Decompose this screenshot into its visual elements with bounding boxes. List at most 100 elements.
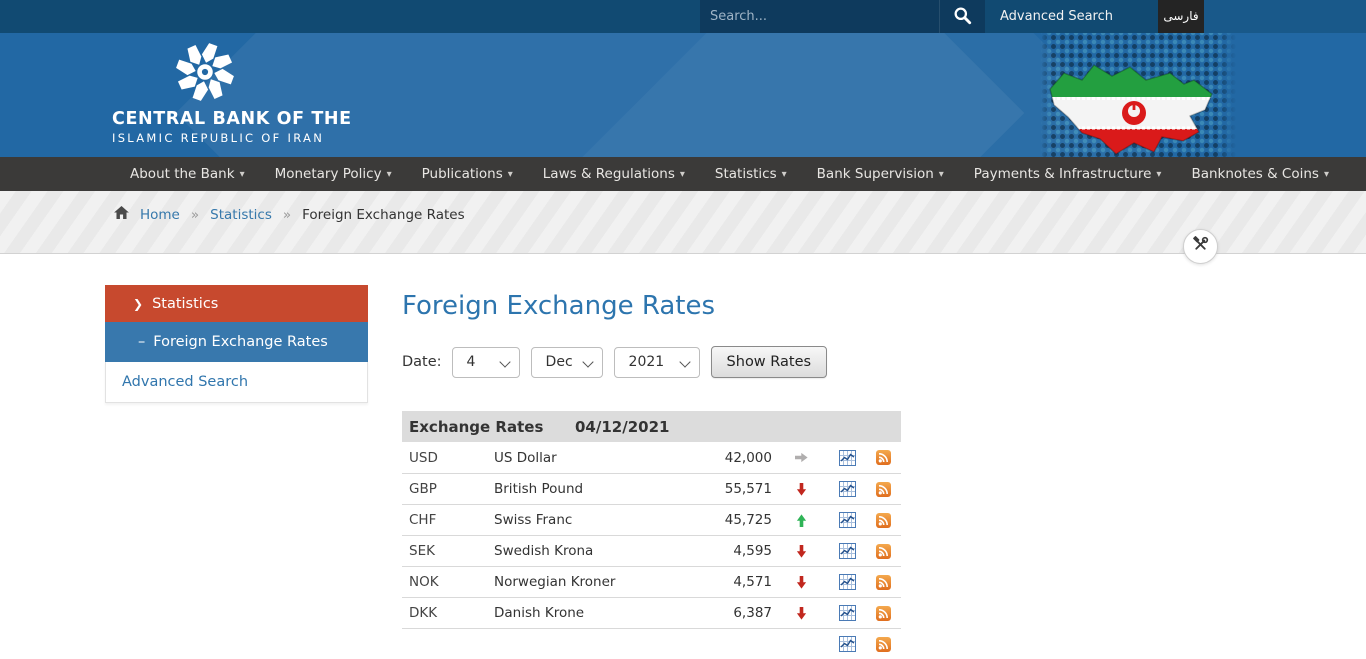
language-switch-farsi[interactable]: فارسی <box>1158 0 1204 33</box>
sidebar-item-foreign-exchange-rates[interactable]: – Foreign Exchange Rates <box>105 322 368 362</box>
currency-code: NOK <box>402 574 494 590</box>
breadcrumb-current-page: Foreign Exchange Rates <box>302 207 465 223</box>
nav-item[interactable]: Laws & Regulations ▾ <box>543 166 685 182</box>
chevron-down-icon: ▾ <box>1324 169 1329 180</box>
main-navigation: About the Bank ▾ Monetary Policy ▾ Publi… <box>0 157 1366 191</box>
trend-arrow-icon <box>774 545 829 558</box>
nav-item-label: Publications <box>422 166 503 182</box>
rss-feed-icon[interactable] <box>865 575 901 590</box>
sidebar-item-statistics[interactable]: ❯ Statistics <box>105 285 368 322</box>
currency-code: SEK <box>402 543 494 559</box>
rate-row: GBP British Pound 55,571 <box>402 473 901 504</box>
chevron-down-icon: ▾ <box>1156 169 1161 180</box>
exchange-rates-table: Exchange Rates 04/12/2021 USD US Dollar … <box>402 411 901 659</box>
site-header: CENTRAL BANK OF THE ISLAMIC REPUBLIC OF … <box>0 33 1366 157</box>
chart-history-icon[interactable] <box>829 605 865 621</box>
currency-code: GBP <box>402 481 494 497</box>
rate-row: DKK Danish Krone 6,387 <box>402 597 901 628</box>
rate-row: CHF Swiss Franc 45,725 <box>402 504 901 535</box>
month-select[interactable]: Dec <box>531 347 603 378</box>
chevron-down-icon: ▾ <box>508 169 513 180</box>
nav-item[interactable]: Statistics ▾ <box>715 166 787 182</box>
accessibility-tools-button[interactable] <box>1183 229 1218 264</box>
nav-item[interactable]: Monetary Policy ▾ <box>275 166 392 182</box>
chevron-down-icon: ▾ <box>782 169 787 180</box>
nav-item-label: Laws & Regulations <box>543 166 675 182</box>
table-header-row: Exchange Rates 04/12/2021 <box>402 411 901 442</box>
advanced-search-link[interactable]: Advanced Search <box>1000 0 1113 33</box>
bank-name-line1: CENTRAL BANK OF THE <box>112 109 412 129</box>
year-select[interactable]: 2021 <box>614 347 700 378</box>
sidebar-item-advanced-search[interactable]: Advanced Search <box>105 362 368 403</box>
rss-feed-icon[interactable] <box>865 513 901 528</box>
chart-history-icon[interactable] <box>829 636 865 652</box>
page-title: Foreign Exchange Rates <box>402 291 901 321</box>
sidebar-advanced-search-label: Advanced Search <box>122 374 248 390</box>
nav-item-label: Bank Supervision <box>817 166 934 182</box>
chevron-down-icon: ▾ <box>387 169 392 180</box>
rate-row: USD US Dollar 42,000 <box>402 442 901 473</box>
chart-history-icon[interactable] <box>829 512 865 528</box>
nav-item[interactable]: About the Bank ▾ <box>130 166 245 182</box>
day-select[interactable]: 4 <box>452 347 520 378</box>
rate-row: NOK Norwegian Kroner 4,571 <box>402 566 901 597</box>
trend-arrow-icon <box>774 607 829 620</box>
rate-value: 45,725 <box>684 512 774 528</box>
nav-item[interactable]: Publications ▾ <box>422 166 513 182</box>
breadcrumb-statistics-link[interactable]: Statistics <box>210 207 272 223</box>
currency-name: Swedish Krona <box>494 543 684 559</box>
cbi-logo[interactable]: CENTRAL BANK OF THE ISLAMIC REPUBLIC OF … <box>112 41 412 145</box>
show-rates-button[interactable]: Show Rates <box>711 346 828 378</box>
rate-row <box>402 628 901 659</box>
nav-item[interactable]: Banknotes & Coins ▾ <box>1191 166 1329 182</box>
currency-name: Norwegian Kroner <box>494 574 684 590</box>
chart-history-icon[interactable] <box>829 574 865 590</box>
breadcrumb-home-link[interactable]: Home <box>140 207 180 223</box>
trend-arrow-icon <box>774 514 829 527</box>
breadcrumb-separator: » <box>191 207 199 223</box>
hammer-wrench-icon <box>1192 236 1209 257</box>
sidebar-fer-label: Foreign Exchange Rates <box>153 334 328 350</box>
top-utility-bar: Advanced Search فارسی <box>0 0 1366 33</box>
table-body: USD US Dollar 42,000 <box>402 442 901 659</box>
nav-item-label: Statistics <box>715 166 777 182</box>
currency-name: Swiss Franc <box>494 512 684 528</box>
nav-item-label: About the Bank <box>130 166 235 182</box>
chart-history-icon[interactable] <box>829 543 865 559</box>
cbi-emblem-icon <box>174 41 412 107</box>
trend-arrow-icon <box>774 451 829 464</box>
bank-name-line2: ISLAMIC REPUBLIC OF IRAN <box>112 131 412 145</box>
breadcrumb-separator: » <box>283 207 291 223</box>
chart-history-icon[interactable] <box>829 481 865 497</box>
page-content: ❯ Statistics – Foreign Exchange Rates Ad… <box>0 255 1366 643</box>
chevron-down-icon: ▾ <box>680 169 685 180</box>
rss-feed-icon[interactable] <box>865 606 901 621</box>
nav-item-label: Monetary Policy <box>275 166 382 182</box>
rate-value: 4,571 <box>684 574 774 590</box>
home-icon[interactable] <box>114 206 129 223</box>
breadcrumb: Home » Statistics » Foreign Exchange Rat… <box>114 206 465 223</box>
currency-code: DKK <box>402 605 494 621</box>
rss-feed-icon[interactable] <box>865 637 901 652</box>
table-date: 04/12/2021 <box>575 418 669 436</box>
nav-item[interactable]: Bank Supervision ▾ <box>817 166 944 182</box>
table-title: Exchange Rates <box>402 418 575 436</box>
nav-item[interactable]: Payments & Infrastructure ▾ <box>974 166 1162 182</box>
dash-icon: – <box>138 334 145 350</box>
magnifier-icon <box>953 6 972 28</box>
search-input[interactable] <box>700 0 939 33</box>
currency-code: CHF <box>402 512 494 528</box>
chart-history-icon[interactable] <box>829 450 865 466</box>
iran-map-flag-graphic <box>1042 55 1228 157</box>
main-panel: Foreign Exchange Rates Date: 4 Dec 2021 … <box>402 255 901 659</box>
search-button[interactable] <box>939 0 985 33</box>
sidebar-statistics-label: Statistics <box>152 296 218 312</box>
rate-value: 4,595 <box>684 543 774 559</box>
date-selector-row: Date: 4 Dec 2021 Show Rates <box>402 346 901 378</box>
rate-value: 42,000 <box>684 450 774 466</box>
rss-feed-icon[interactable] <box>865 482 901 497</box>
sidebar-menu: ❯ Statistics – Foreign Exchange Rates Ad… <box>105 285 368 403</box>
rss-feed-icon[interactable] <box>865 450 901 465</box>
rss-feed-icon[interactable] <box>865 544 901 559</box>
date-label: Date: <box>402 354 442 370</box>
